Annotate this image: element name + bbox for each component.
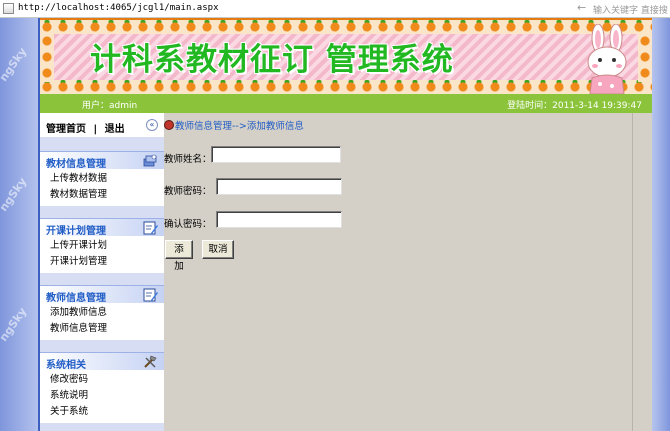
ladybug-icon	[164, 120, 174, 130]
menu-item-system-help[interactable]: 系统说明	[40, 388, 164, 404]
info-bar: 用户：admin 登陆时间：2011-3-14 19:39:47	[40, 94, 652, 113]
menu-item-change-password[interactable]: 修改密码	[40, 372, 164, 388]
teacher-name-input[interactable]	[211, 146, 341, 163]
banner-title: 计科系教材征订 管理系统	[90, 42, 454, 78]
rabbit-mascot-icon	[587, 24, 627, 94]
menu-group-header[interactable]: 系统相关	[40, 352, 164, 371]
back-arrow-icon[interactable]: ←	[577, 1, 586, 14]
teacher-password-label: 教师密码：	[164, 186, 212, 197]
menu-group-items: 修改密码 系统说明 关于系统	[40, 370, 164, 423]
cancel-button[interactable]: 取消	[202, 240, 234, 259]
menu-item-about[interactable]: 关于系统	[40, 404, 164, 420]
teacher-name-label: 教师姓名：	[164, 154, 212, 165]
menu-group-items: 添加教师信息 教师信息管理	[40, 303, 164, 340]
confirm-password-label: 确认密码：	[164, 219, 212, 230]
menu-group-header[interactable]: 教师信息管理	[40, 285, 164, 304]
collapse-menu-icon[interactable]: «	[146, 119, 158, 131]
menu-item-plan-manage[interactable]: 开课计划管理	[40, 254, 164, 270]
add-button[interactable]: 添加	[165, 240, 193, 272]
separator: |	[93, 124, 98, 135]
menu-group-items: 上传教材数据 教材数据管理	[40, 169, 164, 206]
address-url[interactable]: http://localhost:4065/jcgl1/main.aspx	[18, 3, 218, 13]
carrot-border-top	[40, 20, 652, 34]
menu-item-textbook-manage[interactable]: 教材数据管理	[40, 187, 164, 203]
right-decor-band	[652, 18, 670, 431]
main-content: 教师信息管理-->添加教师信息 教师姓名： 教师密码： 确认密码： 添加 取消	[164, 113, 652, 431]
scrollbar[interactable]	[632, 113, 652, 431]
menu-group-title: 开课计划管理	[46, 226, 106, 237]
edit-note-icon	[143, 288, 158, 302]
page-icon	[3, 3, 14, 14]
breadcrumb-text[interactable]: 教师信息管理-->添加教师信息	[175, 121, 304, 132]
menu-group-title: 教材信息管理	[46, 159, 106, 170]
current-user: 用户：admin	[82, 101, 138, 111]
watermark: ngSky	[0, 45, 30, 84]
edit-note-icon	[143, 221, 158, 235]
menu-group-header[interactable]: 教材信息管理	[40, 151, 164, 170]
breadcrumb: 教师信息管理-->添加教师信息	[164, 118, 304, 132]
carrot-border-bottom	[40, 80, 652, 94]
login-time: 登陆时间：2011-3-14 19:39:47	[507, 101, 642, 111]
teacher-password-input[interactable]	[216, 178, 342, 195]
menu-group-textbook: 教材信息管理 上传教材数据 教材数据管理	[40, 151, 164, 206]
tools-icon	[144, 355, 157, 368]
menu-top-links: 管理首页 | 退出 «	[40, 113, 164, 137]
menu-group-system: 系统相关 修改密码 系统说明 关于系统	[40, 352, 164, 423]
confirm-password-input[interactable]	[216, 211, 342, 228]
watermark: ngSky	[0, 305, 30, 344]
menu-item-teacher-manage[interactable]: 教师信息管理	[40, 321, 164, 337]
home-link[interactable]: 管理首页	[46, 124, 86, 135]
carrot-border-left	[40, 34, 54, 82]
books-icon	[143, 154, 157, 167]
menu-group-items: 上传开课计划 开课计划管理	[40, 236, 164, 273]
menu-group-title: 系统相关	[46, 360, 86, 371]
browser-address-bar: http://localhost:4065/jcgl1/main.aspx ← …	[0, 0, 670, 18]
menu-item-upload-textbook[interactable]: 上传教材数据	[40, 171, 164, 187]
menu-item-add-teacher[interactable]: 添加教师信息	[40, 305, 164, 321]
left-decor-band: ngSky ngSky ngSky	[0, 18, 40, 431]
logout-link[interactable]: 退出	[105, 124, 125, 135]
menu-group-title: 教师信息管理	[46, 293, 106, 304]
menu-group-course-plan: 开课计划管理 上传开课计划 开课计划管理	[40, 218, 164, 273]
search-box[interactable]: 输入关键字 直接搜	[593, 3, 670, 16]
menu-group-teacher: 教师信息管理 添加教师信息 教师信息管理	[40, 285, 164, 340]
banner: 计科系教材征订 管理系统	[40, 18, 652, 94]
left-menu: 管理首页 | 退出 « 教材信息管理 上传教材数据 教材数据管理 开课计划管理	[40, 113, 164, 431]
menu-item-upload-plan[interactable]: 上传开课计划	[40, 238, 164, 254]
menu-group-header[interactable]: 开课计划管理	[40, 218, 164, 237]
watermark: ngSky	[0, 175, 30, 214]
